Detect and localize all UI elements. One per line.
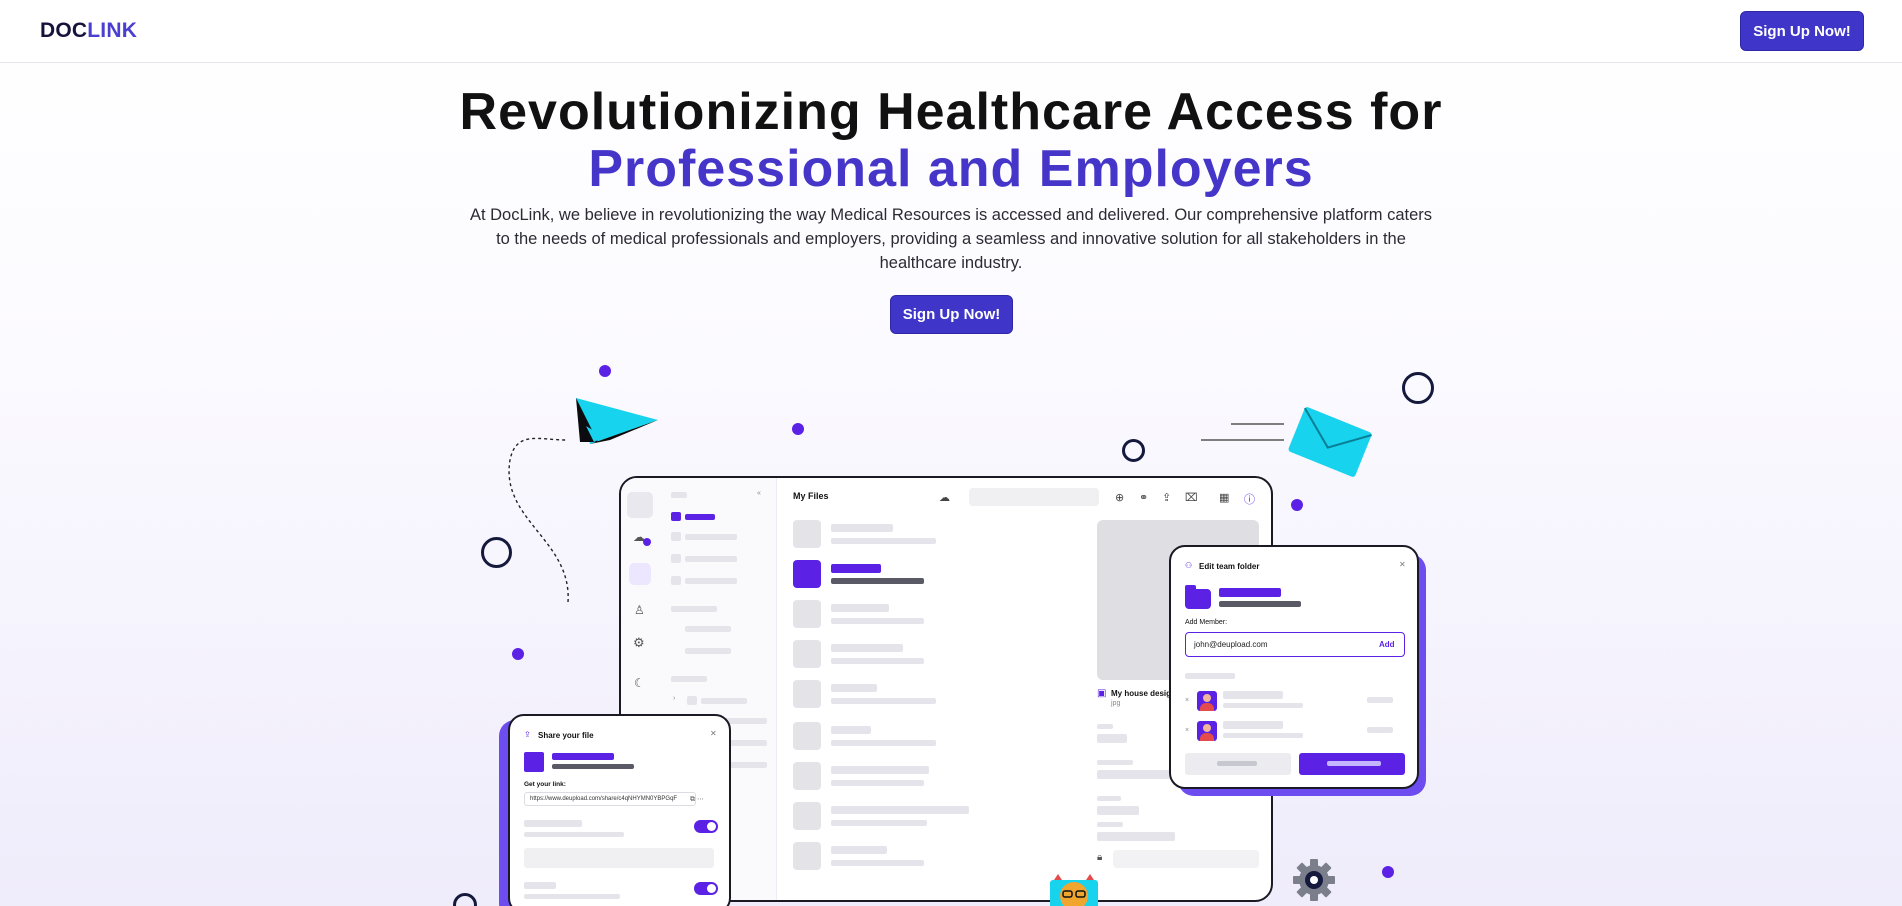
mascot-icon [1050, 874, 1098, 906]
decor-ring [1122, 439, 1145, 462]
preview-file-name: My house design [1111, 689, 1176, 698]
files-panel-title: My Files [793, 491, 829, 501]
hero-title-line2: Professional and Employers [588, 140, 1314, 198]
brand-logo-link: LINK [87, 19, 138, 42]
add-user-icon: ⊕ [1115, 492, 1125, 504]
image-icon: ▣ [1097, 688, 1107, 699]
drive-icon [629, 563, 651, 585]
navbar: DOCLINK Sign Up Now! [0, 0, 1902, 63]
settings-icon: ⚙ [633, 635, 645, 650]
share-link-field[interactable]: https://www.deupload.com/share/c4qNHYMN0… [524, 792, 696, 806]
add-member-label: Add Member: [1185, 619, 1228, 626]
decor-dot [512, 648, 524, 660]
moon-icon: ☾ [634, 676, 645, 690]
folder-icon [1185, 585, 1211, 609]
nav-signup-button[interactable]: Sign Up Now! [1740, 11, 1864, 51]
share-icon: ⇪ [524, 730, 531, 739]
trash-icon: ⌧ [1185, 492, 1198, 504]
decor-dot [599, 365, 611, 377]
preview-file-ext: jpg [1111, 700, 1121, 707]
decor-dot [1291, 499, 1303, 511]
member-avatar [1197, 721, 1217, 741]
get-link-label: Get your link: [524, 781, 566, 788]
gear-icon [1293, 859, 1335, 901]
hero-description: At DocLink, we believe in revolutionizin… [469, 206, 1433, 272]
member-email-input[interactable]: john@deupload.com [1185, 632, 1405, 657]
edit-team-folder-title: Edit team folder [1199, 562, 1260, 571]
member-avatar [1197, 691, 1217, 711]
edit-team-folder-card: ⚇ Edit team folder ✕ Add Member: john@de… [1169, 545, 1419, 789]
share-toggle[interactable] [694, 882, 718, 895]
share-toggle[interactable] [694, 820, 718, 833]
files-search-bar [969, 488, 1099, 506]
decor-ring [453, 893, 477, 906]
decor-dot [1382, 866, 1394, 878]
lock-icon: 🔒︎ [1097, 852, 1103, 863]
envelope-icon [1201, 407, 1372, 477]
decor-dot [792, 423, 804, 435]
close-icon[interactable]: ✕ [710, 729, 717, 738]
link-icon: ⚭ [1139, 492, 1149, 504]
share-file-title: Share your file [538, 731, 594, 740]
add-member-button[interactable]: Add [1379, 640, 1395, 649]
hero-signup-button[interactable]: Sign Up Now! [890, 295, 1013, 334]
user-icon: ♙ [634, 603, 645, 617]
team-icon: ⚇ [1185, 561, 1193, 570]
copy-icon[interactable]: ⧉ ⋯ [690, 795, 704, 804]
hero-title: Revolutionizing Healthcare Access for Pr… [0, 84, 1902, 198]
hero-title-line1: Revolutionizing Healthcare Access for [459, 83, 1443, 141]
grid-icon: ▦ [1219, 492, 1230, 504]
info-icon: ⓘ [1244, 494, 1255, 506]
close-icon[interactable]: ✕ [1399, 560, 1406, 569]
brand-logo-doc: DOC [40, 19, 88, 42]
share-file-card: ⇪ Share your file ✕ Get your link: https… [508, 714, 731, 906]
decor-ring [1402, 372, 1434, 404]
brand-logo[interactable]: DOCLINK [40, 19, 137, 43]
upload-cloud-icon: ☁ [939, 492, 950, 504]
share-icon: ⇪ [1162, 492, 1172, 504]
